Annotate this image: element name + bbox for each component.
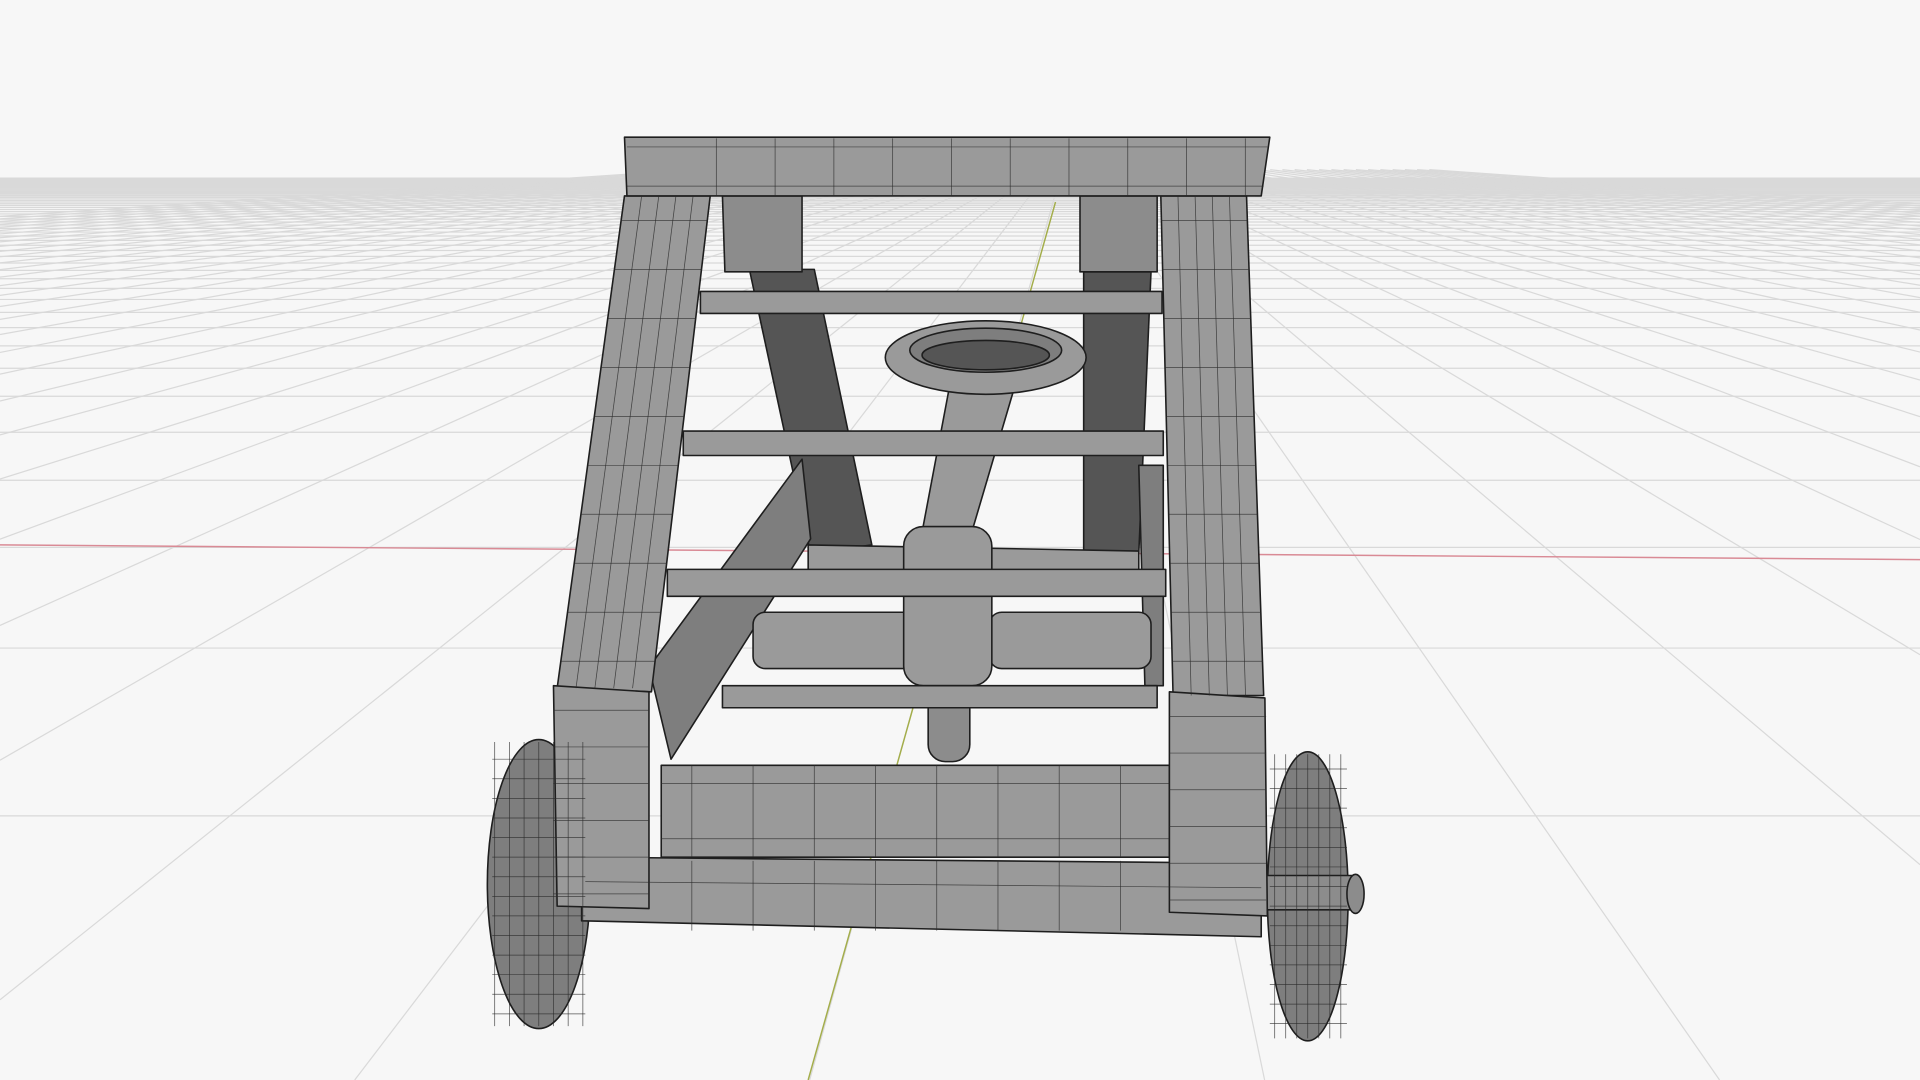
crossbar-1 [699, 290, 1163, 315]
top-beam [623, 136, 1271, 197]
bucket-cavity [921, 339, 1051, 371]
viewport-canvas[interactable] [0, 0, 1920, 1080]
right-front-leg [1160, 195, 1265, 697]
3d-viewport[interactable] [0, 0, 1920, 1080]
crossbar-2 [682, 430, 1165, 457]
front-lower-beam [660, 764, 1171, 858]
left-roller [752, 611, 916, 670]
right-roller [988, 611, 1152, 670]
right-back-post [1079, 195, 1158, 273]
right-bottom-block [1168, 691, 1269, 917]
arm-pivot [902, 525, 993, 687]
axle-hub [1346, 873, 1365, 915]
left-bottom-block [552, 684, 650, 910]
left-back-post [721, 195, 803, 273]
crossbar-3 [666, 568, 1167, 598]
crossbar-4 [721, 684, 1158, 709]
